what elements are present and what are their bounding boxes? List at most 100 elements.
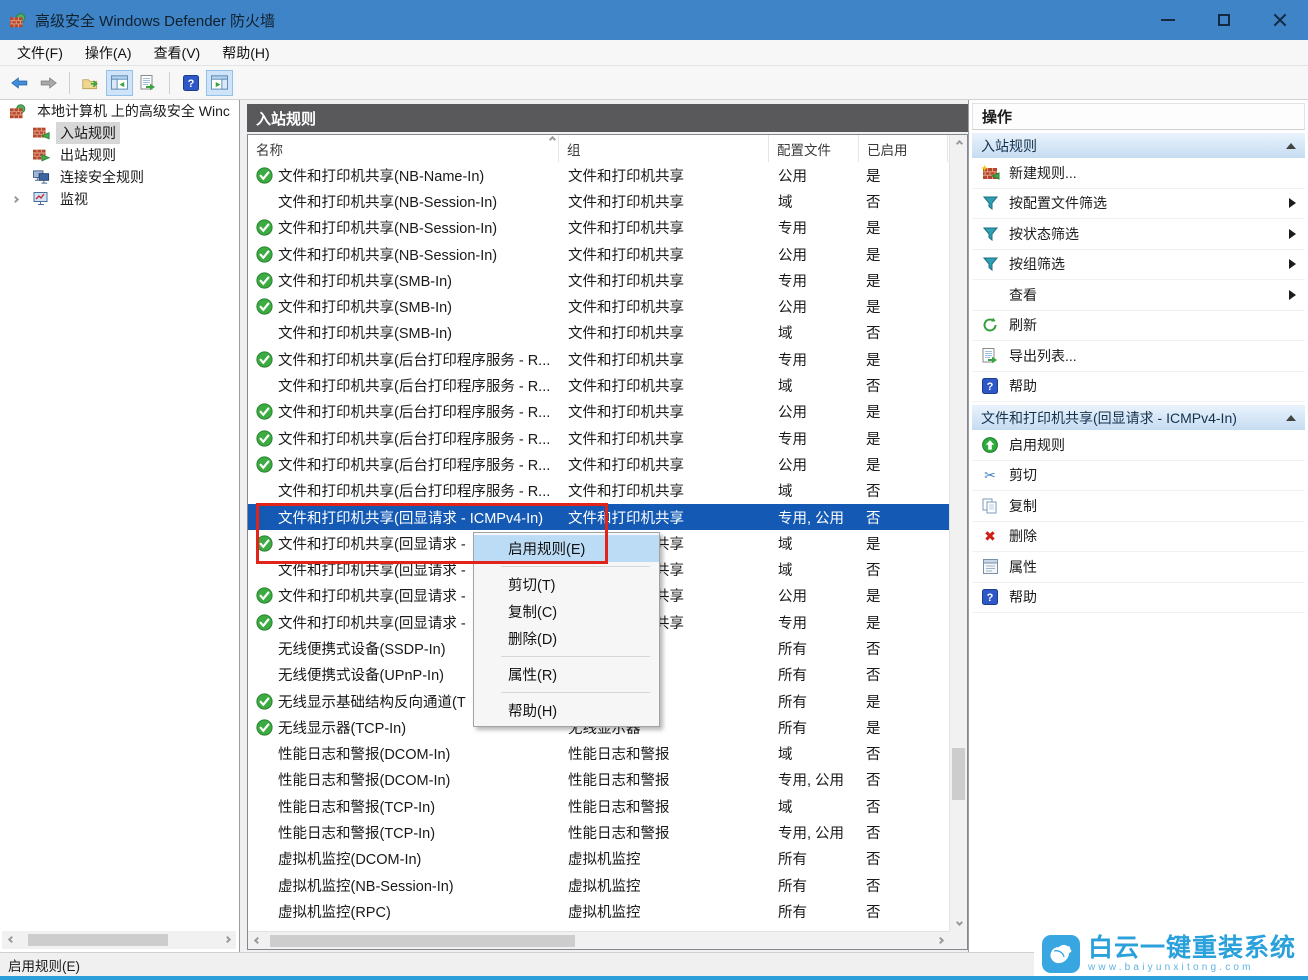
forward-button[interactable]	[35, 70, 62, 96]
rule-row-10[interactable]: 文件和打印机共享(后台打印程序服务 - R...文件和打印机共享专用是	[248, 425, 949, 451]
action-item-1-2[interactable]: 复制	[972, 491, 1305, 522]
rule-row-6[interactable]: 文件和打印机共享(SMB-In)文件和打印机共享域否	[248, 320, 949, 346]
rule-group: 文件和打印机共享	[559, 244, 769, 265]
action-item-0-0[interactable]: 新建规则...	[972, 158, 1305, 189]
sidebar-item-1[interactable]: 出站规则	[0, 144, 239, 166]
actions-section-header-0[interactable]: 入站规则	[972, 133, 1305, 158]
menu-item-2[interactable]: 查看(V)	[143, 40, 212, 66]
export-list-button[interactable]	[135, 70, 162, 96]
rule-row-2[interactable]: 文件和打印机共享(NB-Session-In)文件和打印机共享专用是	[248, 215, 949, 241]
column-header-label: 名称	[248, 139, 283, 159]
action-item-1-1[interactable]: ✂剪切	[972, 461, 1305, 492]
collapse-chevron-icon[interactable]	[1286, 143, 1296, 149]
tree-root[interactable]: 本地计算机 上的高级安全 Winc	[0, 100, 239, 122]
rule-row-25[interactable]: 性能日志和警报(TCP-In)性能日志和警报专用, 公用否	[248, 819, 949, 845]
action-item-0-2[interactable]: 按状态筛选	[972, 219, 1305, 250]
action-item-0-3[interactable]: 按组筛选	[972, 250, 1305, 281]
rule-row-5[interactable]: 文件和打印机共享(SMB-In)文件和打印机共享公用是	[248, 293, 949, 319]
context-menu-item-6[interactable]: 属性(R)	[474, 661, 659, 688]
rule-row-3[interactable]: 文件和打印机共享(NB-Session-In)文件和打印机共享公用是	[248, 241, 949, 267]
scroll-down-button[interactable]	[950, 914, 968, 931]
rule-profile: 所有	[769, 901, 859, 922]
tree-horizontal-scrollbar[interactable]	[2, 931, 236, 949]
tree-root-label: 本地计算机 上的高级安全 Winc	[33, 100, 234, 122]
rule-row-0[interactable]: 文件和打印机共享(NB-Name-In)文件和打印机共享公用是	[248, 162, 949, 188]
action-item-0-7[interactable]: ?帮助	[972, 372, 1305, 403]
folder-export-button[interactable]	[77, 70, 104, 96]
rule-row-27[interactable]: 虚拟机监控(NB-Session-In)虚拟机监控所有否	[248, 872, 949, 898]
back-button[interactable]	[6, 70, 33, 96]
rule-group: 文件和打印机共享	[559, 480, 769, 501]
scroll-left-button[interactable]	[248, 932, 266, 949]
action-item-0-6[interactable]: 导出列表...	[972, 341, 1305, 372]
context-menu-item-4[interactable]: 删除(D)	[474, 625, 659, 652]
rule-row-9[interactable]: 文件和打印机共享(后台打印程序服务 - R...文件和打印机共享公用是	[248, 399, 949, 425]
scroll-right-button[interactable]	[931, 932, 949, 949]
rule-enabled: 否	[859, 507, 944, 528]
scroll-right-button[interactable]	[218, 931, 236, 948]
rule-row-23[interactable]: 性能日志和警报(DCOM-In)性能日志和警报专用, 公用否	[248, 767, 949, 793]
action-item-label: 剪切	[1009, 465, 1037, 485]
rule-row-24[interactable]: 性能日志和警报(TCP-In)性能日志和警报域否	[248, 793, 949, 819]
scrollbar-thumb[interactable]	[28, 934, 168, 946]
action-item-1-3[interactable]: ✖删除	[972, 522, 1305, 553]
menu-separator	[501, 656, 650, 657]
column-header-0[interactable]: 名称	[248, 135, 559, 162]
console-tree-toggle-button[interactable]	[106, 70, 133, 96]
scrollbar-thumb[interactable]	[952, 748, 965, 800]
minimize-button[interactable]	[1140, 0, 1196, 40]
rule-row-4[interactable]: 文件和打印机共享(SMB-In)文件和打印机共享专用是	[248, 267, 949, 293]
rule-profile: 域	[769, 533, 859, 554]
vertical-scrollbar[interactable]	[949, 135, 967, 931]
rule-row-12[interactable]: 文件和打印机共享(后台打印程序服务 - R...文件和打印机共享域否	[248, 478, 949, 504]
collapse-chevron-icon[interactable]	[1286, 415, 1296, 421]
rule-row-1[interactable]: 文件和打印机共享(NB-Session-In)文件和打印机共享域否	[248, 188, 949, 214]
menu-item-0[interactable]: 文件(F)	[6, 40, 74, 66]
context-menu-item-8[interactable]: 帮助(H)	[474, 697, 659, 724]
context-menu-item-2[interactable]: 剪切(T)	[474, 571, 659, 598]
enabled-check-icon	[256, 614, 273, 631]
help-button[interactable]: ?	[177, 70, 204, 96]
column-header-3[interactable]: 已启用	[859, 135, 948, 162]
action-pane-toggle-button[interactable]	[206, 70, 233, 96]
rule-row-22[interactable]: 性能日志和警报(DCOM-In)性能日志和警报域否	[248, 741, 949, 767]
scroll-left-button[interactable]	[2, 931, 20, 948]
action-item-1-4[interactable]: 属性	[972, 552, 1305, 583]
rule-row-8[interactable]: 文件和打印机共享(后台打印程序服务 - R...文件和打印机共享域否	[248, 372, 949, 398]
rule-row-28[interactable]: 虚拟机监控(RPC)虚拟机监控所有否	[248, 898, 949, 924]
action-item-0-1[interactable]: 按配置文件筛选	[972, 189, 1305, 220]
menu-separator	[501, 692, 650, 693]
expander-chevron-icon[interactable]	[12, 195, 19, 202]
rule-row-11[interactable]: 文件和打印机共享(后台打印程序服务 - R...文件和打印机共享公用是	[248, 451, 949, 477]
menu-item-3[interactable]: 帮助(H)	[211, 40, 280, 66]
sidebar-item-3[interactable]: 监视	[0, 188, 239, 210]
action-item-1-0[interactable]: 启用规则	[972, 430, 1305, 461]
column-header-1[interactable]: 组	[559, 135, 769, 162]
action-item-1-5[interactable]: ?帮助	[972, 583, 1305, 614]
rule-name: 性能日志和警报(TCP-In)	[278, 822, 435, 843]
action-item-0-4[interactable]: 查看	[972, 280, 1305, 311]
chevron-up-icon	[955, 140, 962, 147]
column-header-2[interactable]: 配置文件	[769, 135, 859, 162]
rule-enabled: 否	[859, 322, 944, 343]
sidebar-item-0[interactable]: 入站规则	[0, 122, 239, 144]
sidebar-item-2[interactable]: 连接安全规则	[0, 166, 239, 188]
maximize-button[interactable]	[1196, 0, 1252, 40]
rule-row-26[interactable]: 虚拟机监控(DCOM-In)虚拟机监控所有否	[248, 846, 949, 872]
actions-section-header-1[interactable]: 文件和打印机共享(回显请求 - ICMPv4-In)	[972, 405, 1305, 430]
rule-row-7[interactable]: 文件和打印机共享(后台打印程序服务 - R...文件和打印机共享专用是	[248, 346, 949, 372]
context-menu-item-3[interactable]: 复制(C)	[474, 598, 659, 625]
rule-profile: 域	[769, 375, 859, 396]
rule-profile: 域	[769, 191, 859, 212]
action-item-0-5[interactable]: 刷新	[972, 311, 1305, 342]
horizontal-scrollbar[interactable]	[248, 931, 949, 949]
delete-icon: ✖	[980, 527, 1000, 545]
close-button[interactable]	[1252, 0, 1308, 40]
no-icon	[256, 324, 273, 341]
rule-name: 文件和打印机共享(后台打印程序服务 - R...	[278, 401, 550, 422]
scroll-up-button[interactable]	[950, 135, 968, 152]
forward-icon	[40, 74, 57, 91]
rule-profile: 公用	[769, 585, 859, 606]
menu-item-1[interactable]: 操作(A)	[74, 40, 143, 66]
scrollbar-thumb[interactable]	[270, 935, 575, 947]
